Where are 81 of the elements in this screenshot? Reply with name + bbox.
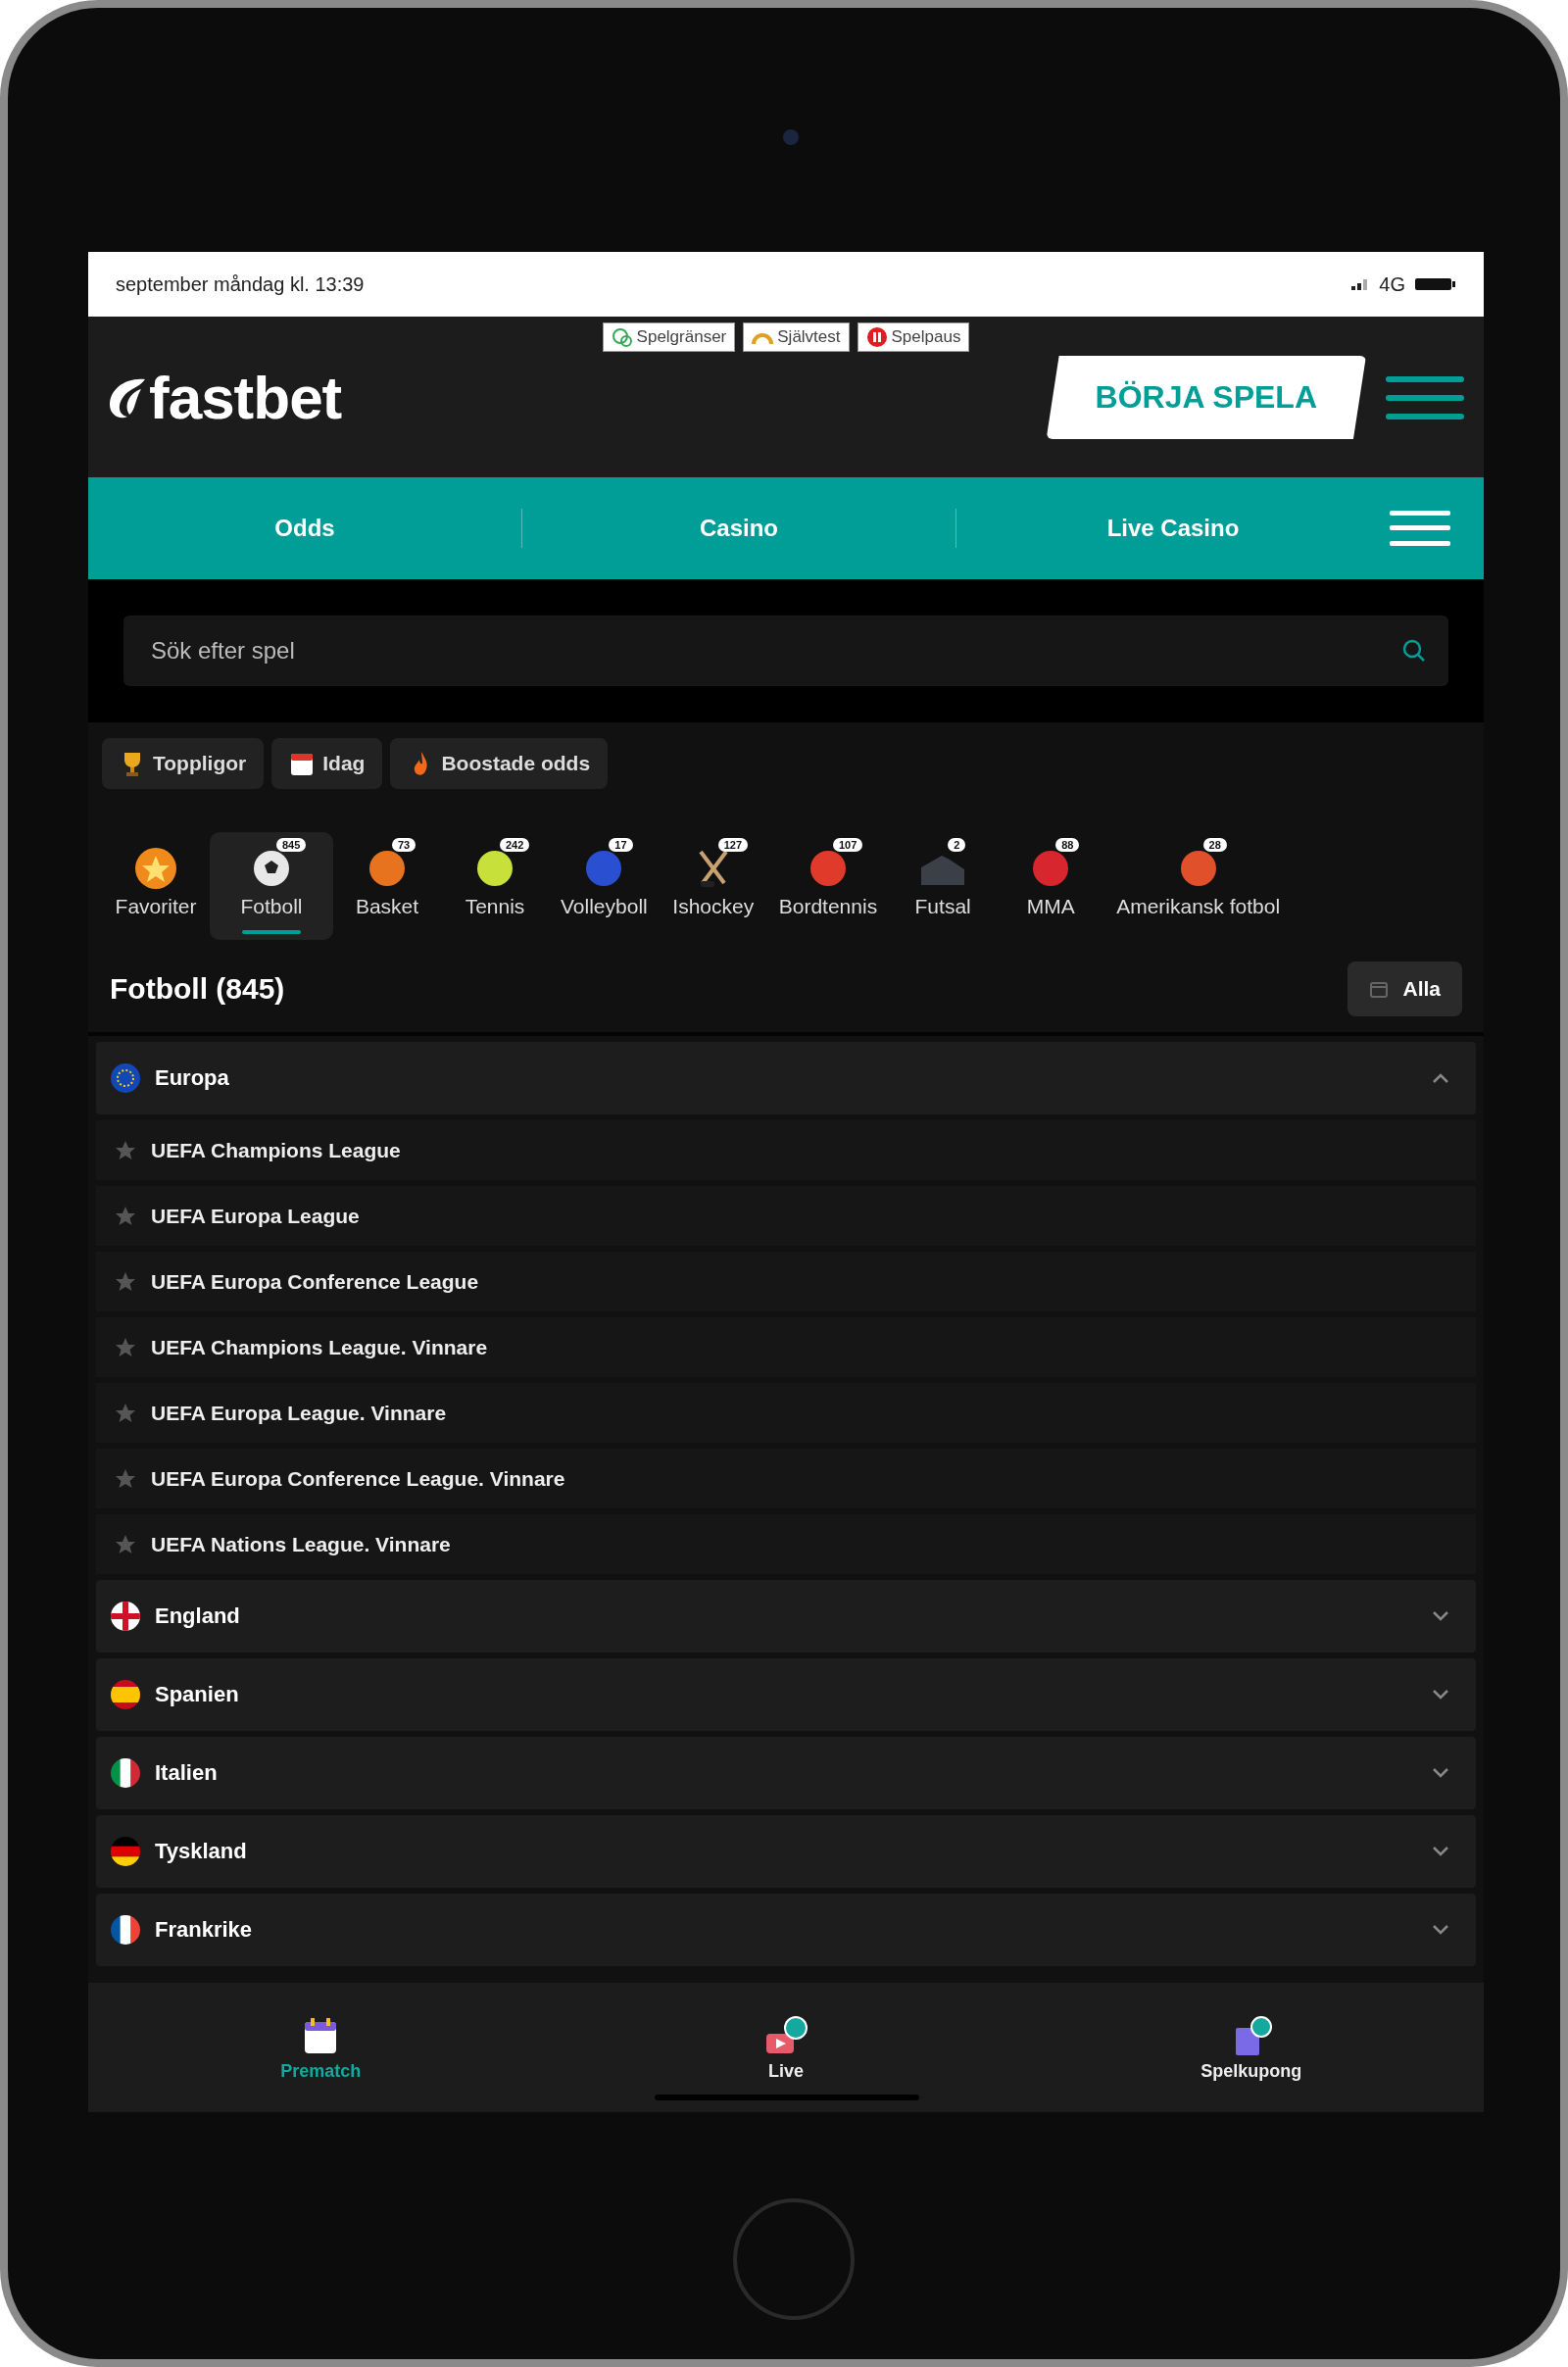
chevron-down-icon (1431, 1766, 1450, 1780)
sport-tab[interactable]: 2 Futsal (889, 832, 998, 940)
count-badge: 2 (948, 838, 966, 852)
chevron-down-icon (1431, 1845, 1450, 1858)
sport-tab[interactable]: 17 Volleyboll (549, 832, 660, 940)
flag-icon (110, 1679, 141, 1710)
signal-icon (1351, 278, 1370, 290)
menu-icon[interactable] (1390, 509, 1450, 548)
sport-tab[interactable]: 73 Basket (333, 832, 441, 940)
flag-icon (110, 1601, 141, 1632)
filter-chip[interactable]: Boostade odds (390, 738, 609, 789)
responsible-gaming-link[interactable]: Spelgränser (602, 322, 736, 352)
region-name: Europa (155, 1065, 230, 1091)
sport-tab[interactable]: 127 Ishockey (659, 832, 767, 940)
filter-chip[interactable]: Toppligor (102, 738, 265, 789)
chevron-up-icon (1431, 1071, 1450, 1085)
league-row[interactable]: UEFA Europa Conference League. Vinnare (96, 1449, 1476, 1508)
responsible-gaming-link[interactable]: Självtest (743, 322, 850, 352)
league-name: UEFA Europa League (151, 1204, 360, 1228)
flag-icon (110, 1914, 141, 1946)
sport-tab[interactable]: Favoriter (102, 832, 210, 940)
region-row[interactable]: Spanien (96, 1658, 1476, 1731)
sport-tab[interactable]: 107 Bordtennis (766, 832, 890, 940)
camera-icon (783, 129, 799, 145)
league-name: UEFA Europa Conference League. Vinnare (151, 1466, 565, 1491)
chevron-down-icon (1431, 1609, 1450, 1623)
region-row[interactable]: Tyskland (96, 1815, 1476, 1888)
logo: fastbet (149, 363, 342, 432)
bottom-nav-item[interactable]: Spelkupong (1018, 2012, 1484, 2083)
flag-icon (110, 1836, 141, 1867)
network-label: 4G (1379, 272, 1405, 296)
region-row[interactable]: England (96, 1580, 1476, 1652)
league-name: UEFA Nations League. Vinnare (151, 1532, 451, 1556)
sport-tab[interactable]: 28 Amerikansk fotbol (1104, 832, 1293, 940)
league-name: UEFA Champions League. Vinnare (151, 1335, 488, 1359)
eu-flag-icon (110, 1062, 141, 1094)
count-badge: 88 (1055, 838, 1080, 852)
league-row[interactable]: UEFA Europa League. Vinnare (96, 1383, 1476, 1443)
filter-chip[interactable]: Idag (271, 738, 383, 789)
league-name: UEFA Champions League (151, 1138, 401, 1162)
region-name: Tyskland (155, 1839, 248, 1864)
count-badge: 17 (609, 838, 633, 852)
search-field[interactable]: Sök efter spel (123, 616, 1448, 686)
league-row[interactable]: UEFA Europa League (96, 1186, 1476, 1246)
count-badge: 107 (832, 838, 863, 852)
region-row[interactable]: Europa (96, 1042, 1476, 1114)
sport-tab[interactable]: 88 MMA (997, 832, 1105, 940)
count-badge: 28 (1202, 838, 1227, 852)
section-title: Fotboll (845) (110, 972, 285, 1006)
limit-icon (611, 326, 633, 348)
sport-tab[interactable]: 242 Tennis (441, 832, 549, 940)
pause-icon (865, 326, 888, 348)
count-badge: 845 (276, 838, 307, 852)
menu-icon[interactable] (1386, 373, 1464, 421)
responsible-gaming-link[interactable]: Spelpaus (857, 322, 970, 352)
region-name: Frankrike (155, 1917, 254, 1943)
chevron-down-icon (1431, 1923, 1450, 1937)
bottom-nav-item[interactable]: Prematch (88, 2012, 554, 2083)
league-name: UEFA Europa League. Vinnare (151, 1401, 447, 1425)
status-time: september måndag kl. 13:39 (116, 272, 365, 296)
count-badge: 242 (500, 838, 530, 852)
search-icon (1401, 638, 1427, 664)
league-row[interactable]: UEFA Europa Conference League (96, 1252, 1476, 1311)
count-badge: 127 (717, 838, 749, 852)
chevron-down-icon (1431, 1688, 1450, 1701)
sport-tab[interactable]: 845 Fotboll (210, 832, 333, 940)
region-row[interactable]: Italien (96, 1737, 1476, 1809)
region-row[interactable]: Frankrike (96, 1894, 1476, 1966)
battery-icon (1415, 276, 1456, 292)
league-row[interactable]: UEFA Nations League. Vinnare (96, 1514, 1476, 1574)
league-row[interactable]: UEFA Champions League (96, 1120, 1476, 1180)
bottom-nav-item[interactable]: Live (553, 2012, 1019, 2083)
calendar-icon (1369, 979, 1390, 999)
league-row[interactable]: UEFA Champions League. Vinnare (96, 1317, 1476, 1377)
flag-icon (110, 1757, 141, 1789)
region-name: Italien (155, 1760, 219, 1786)
region-name: England (155, 1603, 241, 1629)
filter-button[interactable]: Alla (1348, 962, 1462, 1016)
region-name: Spanien (155, 1682, 240, 1707)
league-name: UEFA Europa Conference League (151, 1269, 479, 1294)
count-badge: 73 (392, 838, 416, 852)
